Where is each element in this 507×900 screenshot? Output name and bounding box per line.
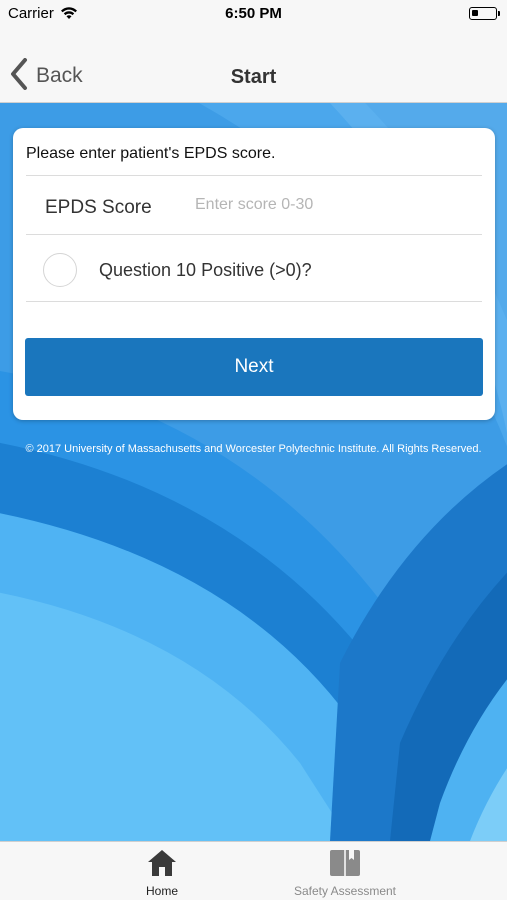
status-bar: Carrier 6:50 PM	[0, 0, 507, 28]
battery-icon	[469, 7, 500, 20]
epds-score-input[interactable]	[195, 190, 465, 220]
tab-bar: Home Safety Assessment	[0, 841, 507, 900]
book-icon	[329, 848, 361, 883]
epds-score-label: EPDS Score	[45, 197, 152, 218]
tab-safety-assessment-label: Safety Assessment	[293, 884, 397, 898]
form-prompt: Please enter patient's EPDS score.	[26, 145, 276, 162]
page-title: Start	[230, 66, 277, 88]
divider	[26, 175, 482, 176]
question-10-toggle[interactable]: Question 10 Positive (>0)?	[43, 250, 473, 290]
question-10-label: Question 10 Positive (>0)?	[99, 259, 312, 280]
tab-home-label: Home	[145, 884, 178, 898]
divider	[26, 301, 482, 302]
tab-home[interactable]: Home	[112, 842, 212, 900]
next-button[interactable]: Next	[25, 338, 483, 396]
navigation-bar: Back Start	[0, 28, 507, 103]
copyright-notice: © 2017 University of Massachusetts and W…	[25, 443, 482, 455]
tab-safety-assessment[interactable]: Safety Assessment	[270, 842, 420, 900]
home-icon	[146, 848, 178, 883]
question-10-radio[interactable]	[43, 253, 77, 287]
epds-form-card: Please enter patient's EPDS score. EPDS …	[13, 128, 495, 420]
clock: 6:50 PM	[225, 5, 282, 22]
divider	[26, 234, 482, 235]
